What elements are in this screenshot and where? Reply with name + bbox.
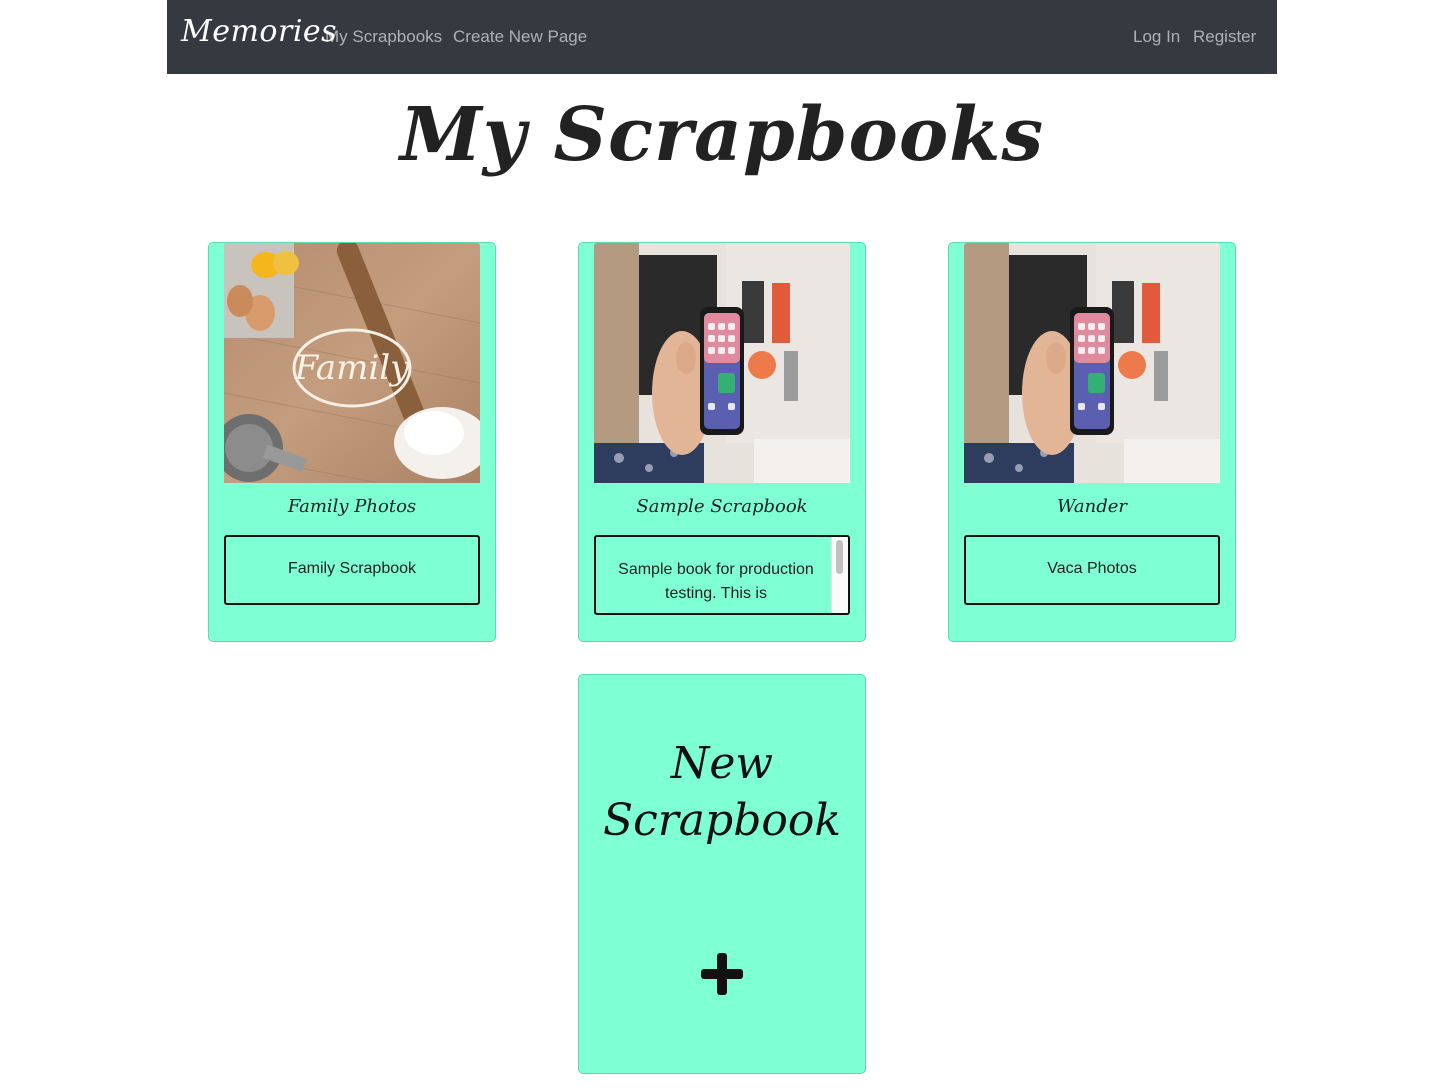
page-title: My Scrapbooks	[399, 92, 1045, 178]
new-scrapbook-title: New Scrapbook	[579, 735, 865, 849]
scrapbook-title: Family Photos	[287, 496, 417, 517]
brand-logo[interactable]: Memories	[181, 14, 337, 49]
description-scrollbar[interactable]	[831, 537, 848, 613]
phone-in-hand-photo	[594, 243, 850, 483]
top-navbar: Memories My Scrapbooks Create New Page L…	[167, 0, 1277, 74]
scrapbook-cover-image[interactable]	[964, 243, 1220, 483]
scrapbook-title: Wander	[1056, 496, 1128, 517]
new-scrapbook-card[interactable]: New Scrapbook	[578, 674, 866, 1074]
scrapbook-description-text: Vaca Photos	[1047, 560, 1137, 577]
nav-my-scrapbooks[interactable]: My Scrapbooks	[325, 27, 442, 47]
scrapbook-description-text: Family Scrapbook	[287, 560, 417, 577]
scrapbook-description[interactable]: Sample book for production testing. This…	[594, 535, 850, 615]
family-flour-photo: Family	[224, 243, 480, 483]
plus-icon[interactable]	[700, 952, 744, 996]
scrapbook-cover-image[interactable]: Family	[224, 243, 480, 483]
scrollbar-thumb[interactable]	[836, 540, 843, 574]
new-scrapbook-title-line2: Scrapbook	[602, 795, 842, 846]
phone-in-hand-photo	[964, 243, 1220, 483]
scrapbook-description-text: Sample book for production testing. This…	[618, 561, 814, 602]
scrapbook-title: Sample Scrapbook	[636, 496, 808, 517]
scrapbook-card-wander[interactable]: Wander Vaca Photos	[948, 242, 1236, 642]
scrapbook-cover-image[interactable]	[594, 243, 850, 483]
scrapbook-description: Vaca Photos	[964, 535, 1220, 605]
nav-register[interactable]: Register	[1193, 27, 1256, 47]
svg-text:Family: Family	[294, 348, 411, 388]
nav-create-new-page[interactable]: Create New Page	[453, 27, 587, 47]
nav-log-in[interactable]: Log In	[1133, 27, 1180, 47]
scrapbook-card-family-photos[interactable]: Family Family Photos Family Scrapbook	[208, 242, 496, 642]
new-scrapbook-title-line1: New	[670, 738, 774, 789]
scrapbook-description: Family Scrapbook	[224, 535, 480, 605]
scrapbook-card-sample-scrapbook[interactable]: Sample Scrapbook Sample book for product…	[578, 242, 866, 642]
